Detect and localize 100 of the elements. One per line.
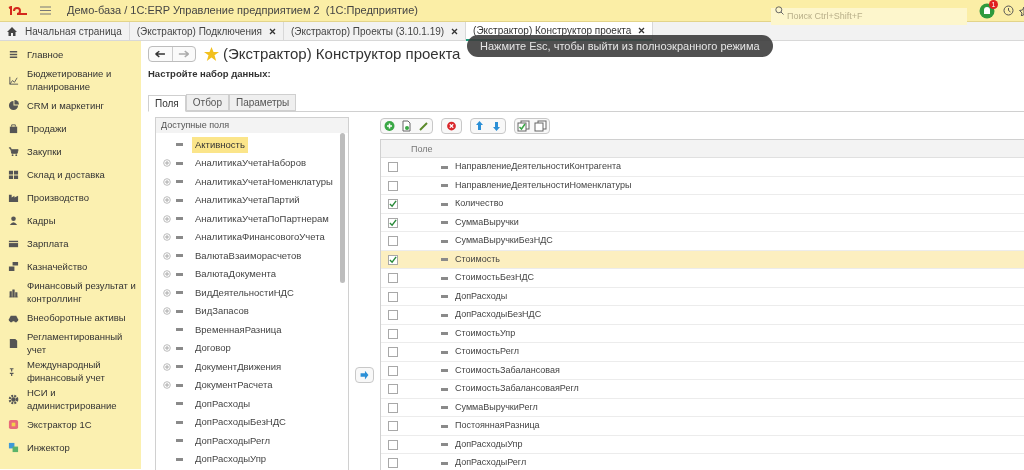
checkbox[interactable] xyxy=(388,236,398,246)
tree-item[interactable]: ДопРасходыУпр xyxy=(192,451,270,467)
sidebar-item[interactable]: НСИ и администрирование xyxy=(27,386,139,412)
checkbox[interactable] xyxy=(388,217,398,228)
checkbox[interactable] xyxy=(388,162,398,172)
expand-icon[interactable] xyxy=(163,159,171,167)
favorite-star-icon[interactable] xyxy=(204,47,219,61)
checkbox[interactable] xyxy=(388,254,398,265)
tree-item[interactable]: ДокументРасчета xyxy=(192,377,276,393)
table-row[interactable]: СуммаВыручкиРегл xyxy=(381,398,1024,418)
table-row[interactable]: ДопРасходы xyxy=(381,287,1024,307)
table-row[interactable]: СтоимостьЗабалансоваяРегл xyxy=(381,380,1024,399)
search-field[interactable]: Поиск Ctrl+Shift+F xyxy=(771,7,967,25)
expand-icon[interactable] xyxy=(163,251,171,260)
checkbox[interactable] xyxy=(388,439,398,450)
table-row[interactable]: НаправлениеДеятельностиКонтрагента xyxy=(381,158,1024,177)
menu-icon[interactable] xyxy=(40,6,51,15)
sidebar-item[interactable]: Склад и доставка xyxy=(27,168,105,181)
table-row[interactable]: Количество xyxy=(381,195,1024,214)
delete-icon[interactable] xyxy=(441,118,462,135)
sidebar-item[interactable]: Международный финансовый учет xyxy=(27,358,139,384)
table-row[interactable]: СтоимостьБезНДС xyxy=(381,269,1024,288)
checkbox[interactable] xyxy=(388,347,398,357)
checkbox[interactable] xyxy=(388,199,398,209)
tree-item[interactable]: АналитикаФинансовогоУчета xyxy=(192,229,328,245)
table-row[interactable]: ДопРасходыУпр xyxy=(381,435,1024,455)
tree-item[interactable]: Активность xyxy=(192,136,248,153)
close-icon[interactable] xyxy=(638,27,646,34)
sidebar-item[interactable]: Инжектор xyxy=(27,441,70,454)
sidebar-item[interactable]: Зарплата xyxy=(27,237,69,250)
tree-item[interactable]: ДокументДвижения xyxy=(192,358,285,375)
sidebar-item[interactable]: Закупки xyxy=(27,145,62,158)
sidebar-item[interactable]: Бюджетирование и планирование xyxy=(27,67,139,93)
expand-icon[interactable] xyxy=(163,307,171,315)
sidebar-item[interactable]: CRM и маркетинг xyxy=(27,99,104,112)
table-row[interactable]: СуммаВыручкиБезНДС xyxy=(381,232,1024,251)
star-icon[interactable] xyxy=(1019,5,1024,16)
tree-item[interactable]: ВидЗапасов xyxy=(192,303,252,319)
table-row[interactable]: СуммаВыручки xyxy=(381,213,1024,233)
expand-icon[interactable] xyxy=(163,196,171,204)
tab[interactable]: Поля xyxy=(148,95,186,113)
tree-item[interactable]: Договор xyxy=(192,340,234,356)
expand-icon[interactable] xyxy=(163,344,171,352)
logo-icon[interactable] xyxy=(8,5,28,16)
expand-icon[interactable] xyxy=(163,233,171,241)
tab[interactable]: Отбор xyxy=(185,94,229,112)
tree-item[interactable]: ДопРасходы xyxy=(192,395,254,412)
history-icon[interactable] xyxy=(1003,5,1014,16)
table-row[interactable]: СтоимостьЗабалансовая xyxy=(381,361,1024,381)
tab[interactable]: Параметры xyxy=(229,94,297,112)
checkbox[interactable] xyxy=(388,273,398,283)
sidebar-item[interactable]: Внеоборотные активы xyxy=(27,311,126,324)
expand-icon[interactable] xyxy=(163,381,171,389)
tree-item[interactable]: АналитикаУчетаПартий xyxy=(192,192,303,208)
tree-item[interactable]: АналитикаУчетаНаборов xyxy=(192,155,309,171)
checkbox[interactable] xyxy=(388,402,398,413)
tree-item[interactable]: ВалютаДокумента xyxy=(192,266,279,282)
tree-item[interactable]: АналитикаУчетаПоПартнерам xyxy=(192,210,332,227)
sidebar-item[interactable]: Финансовый результат и контроллинг xyxy=(27,279,139,305)
sidebar-item[interactable]: Продажи xyxy=(27,122,67,135)
sidebar-item[interactable]: Кадры xyxy=(27,214,56,227)
field-icon xyxy=(441,443,448,446)
table-row[interactable]: ДопРасходыБезНДС xyxy=(381,306,1024,325)
checkbox[interactable] xyxy=(388,458,398,468)
table-row[interactable]: ДопРасходыРегл xyxy=(381,454,1024,470)
checkbox[interactable] xyxy=(388,310,398,320)
check-all-icon[interactable] xyxy=(515,119,532,134)
sidebar-item[interactable]: Производство xyxy=(27,191,89,204)
checkbox[interactable] xyxy=(388,291,398,302)
tree-item[interactable]: АналитикаУчетаНоменклатуры xyxy=(192,173,336,190)
table-row[interactable]: ПостояннаяРазница xyxy=(381,417,1024,436)
tree-item[interactable]: ВидДеятельностиНДС xyxy=(192,284,297,301)
checkbox[interactable] xyxy=(388,328,398,339)
expand-icon[interactable] xyxy=(163,288,171,297)
table-row[interactable]: СтоимостьУпр xyxy=(381,324,1024,344)
expand-icon[interactable] xyxy=(163,362,171,371)
bell-icon[interactable] xyxy=(979,2,995,19)
tree-item[interactable]: ДопРасходыБезНДС xyxy=(192,414,289,430)
expand-icon[interactable] xyxy=(163,270,171,278)
tree-item[interactable]: ВременнаяРазница xyxy=(192,321,285,338)
field-icon xyxy=(441,461,448,465)
expand-icon[interactable] xyxy=(163,214,171,223)
table-row[interactable]: НаправлениеДеятельностиНоменклатуры xyxy=(381,176,1024,196)
sidebar-item[interactable]: Экстрактор 1С xyxy=(27,418,92,431)
uncheck-all-icon[interactable] xyxy=(532,119,549,134)
scrollbar[interactable] xyxy=(340,133,345,284)
expand-icon[interactable] xyxy=(163,177,171,186)
checkbox[interactable] xyxy=(388,365,398,376)
checkbox[interactable] xyxy=(388,180,398,191)
close-icon[interactable] xyxy=(268,28,276,35)
table-row[interactable]: СтоимостьРегл xyxy=(381,343,1024,362)
add-field-button[interactable] xyxy=(355,367,374,384)
checkbox[interactable] xyxy=(388,384,398,394)
tree-item[interactable]: ДопРасходыРегл xyxy=(192,432,274,449)
close-icon[interactable] xyxy=(451,28,459,35)
tree-item[interactable]: ВалютаВзаиморасчетов xyxy=(192,247,305,264)
sidebar-item[interactable]: Регламентированный учет xyxy=(27,330,139,356)
checkbox[interactable] xyxy=(388,421,398,431)
sidebar-item[interactable]: Главное xyxy=(27,48,64,61)
sidebar-item[interactable]: Казначейство xyxy=(27,260,88,273)
